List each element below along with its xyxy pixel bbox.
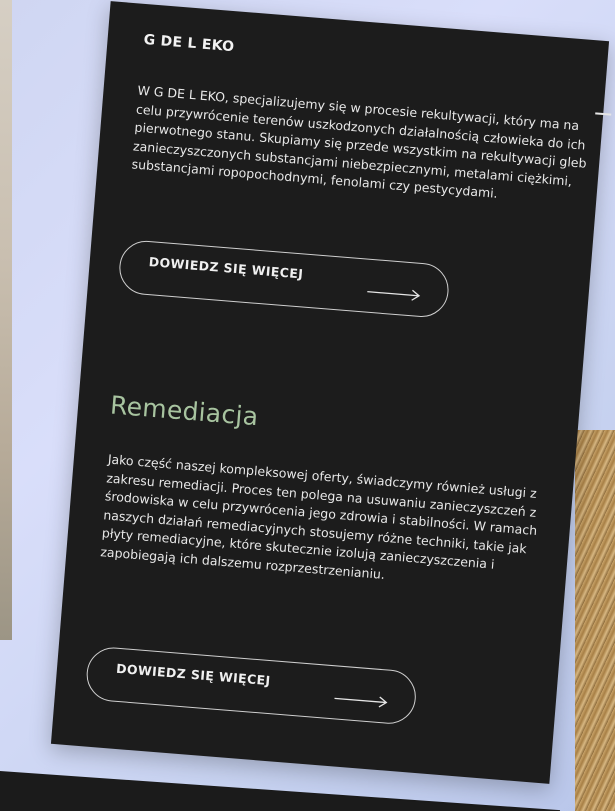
learn-more-button-reclamation[interactable]: DOWIEDZ SIĘ WIĘCEJ [117,238,451,320]
menu-icon[interactable] [595,112,612,116]
brand-logo[interactable]: G DE L EKO [143,32,235,55]
remediation-description: Jako część naszej kompleksowej oferty, ś… [99,451,538,582]
learn-more-label: DOWIEDZ SIĘ WIĘCEJ [115,660,272,689]
background-photo-left [0,0,12,640]
section-heading-remediation: Remediacja [109,390,260,432]
content-card: G DE L EKO W G DE L EKO, specjalizujemy … [50,1,612,784]
learn-more-button-remediation[interactable]: DOWIEDZ SIĘ WIĘCEJ [84,645,418,726]
arrow-right-icon [334,696,388,708]
arrow-right-icon [367,289,421,301]
reclamation-description: W G DE L EKO, specjalizujemy się w proce… [131,82,588,201]
background-photo-right [575,430,615,811]
learn-more-label: DOWIEDZ SIĘ WIĘCEJ [148,254,304,282]
